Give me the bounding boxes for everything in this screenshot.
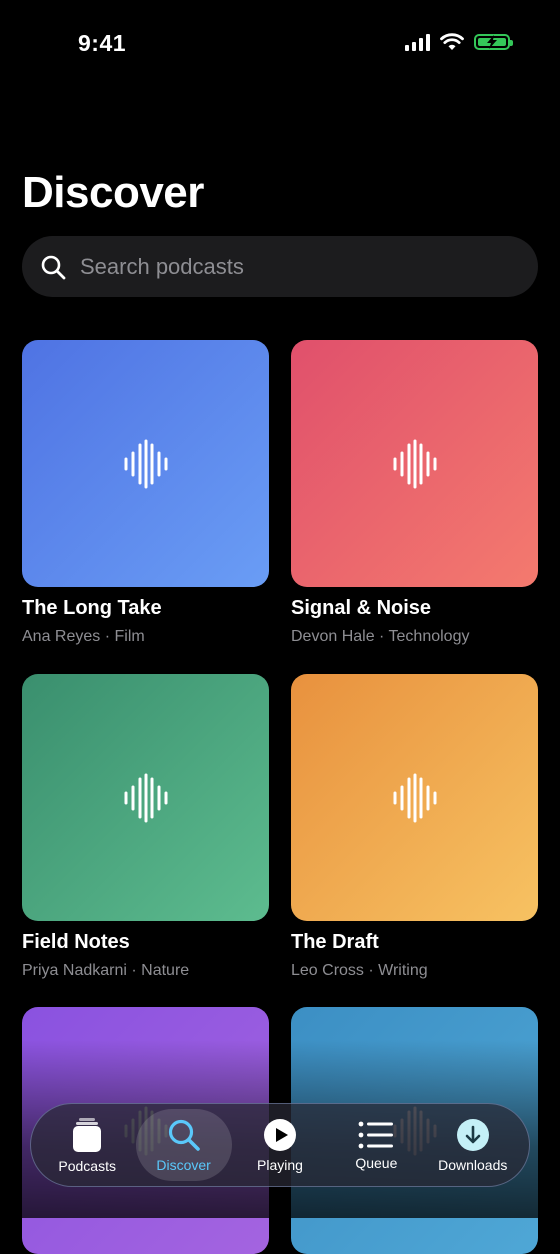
- play-circle-icon: [263, 1118, 296, 1151]
- tab-playing[interactable]: Playing: [232, 1109, 328, 1181]
- podcast-title: Field Notes: [22, 931, 130, 953]
- cellular-signal-icon: [405, 33, 430, 51]
- tab-label: Podcasts: [58, 1157, 116, 1174]
- page-title: Discover: [22, 168, 204, 217]
- search-input[interactable]: [78, 252, 502, 281]
- podcast-subtitle: Priya Nadkarni · Nature: [22, 962, 190, 979]
- podcast-subtitle: Devon Hale · Technology: [291, 628, 470, 645]
- tab-downloads[interactable]: Downloads: [425, 1109, 521, 1181]
- waveform-icon: [124, 439, 167, 488]
- podcast-subtitle: Leo Cross · Writing: [291, 962, 428, 979]
- search-icon: [41, 255, 66, 279]
- download-circle-icon: [456, 1118, 489, 1151]
- wifi-icon: [440, 33, 464, 50]
- tab-podcasts[interactable]: Podcasts: [39, 1109, 135, 1181]
- podcast-title: The Long Take: [22, 597, 162, 619]
- tab-label: Downloads: [438, 1156, 508, 1173]
- podcasts-stack-icon: [73, 1117, 102, 1152]
- podcast-title: Signal & Noise: [291, 597, 432, 619]
- charging-bolt-icon: [487, 35, 497, 49]
- podcast-artwork[interactable]: [22, 340, 269, 587]
- podcast-artwork[interactable]: [22, 674, 269, 921]
- waveform-icon: [393, 439, 436, 488]
- tab-label: Playing: [257, 1156, 303, 1173]
- tab-label: Discover: [156, 1156, 211, 1173]
- waveform-icon: [124, 773, 167, 822]
- waveform-icon: [393, 773, 436, 822]
- podcast-artwork[interactable]: [291, 674, 538, 921]
- podcast-title: The Draft: [291, 931, 379, 953]
- list-icon: [358, 1121, 394, 1148]
- battery-icon: [474, 34, 513, 50]
- status-bar: 9:41: [0, 0, 560, 90]
- tab-label: Queue: [355, 1154, 398, 1171]
- tab-queue[interactable]: Queue: [328, 1109, 424, 1181]
- podcast-subtitle: Ana Reyes · Film: [22, 628, 145, 645]
- podcast-card[interactable]: Field Notes Priya Nadkarni · Nature: [22, 674, 269, 980]
- tab-bar: Podcasts Discover Playing Queue Download…: [30, 1103, 530, 1187]
- search-icon: [168, 1119, 200, 1151]
- podcast-card[interactable]: Signal & Noise Devon Hale · Technology: [291, 340, 538, 646]
- podcast-card[interactable]: The Long Take Ana Reyes · Film: [22, 340, 269, 646]
- status-time: 9:41: [78, 30, 127, 56]
- podcast-card[interactable]: The Draft Leo Cross · Writing: [291, 674, 538, 980]
- tab-discover[interactable]: Discover: [135, 1109, 232, 1181]
- podcast-artwork[interactable]: [291, 340, 538, 587]
- status-icons: [405, 33, 513, 51]
- search-bar[interactable]: [22, 236, 538, 297]
